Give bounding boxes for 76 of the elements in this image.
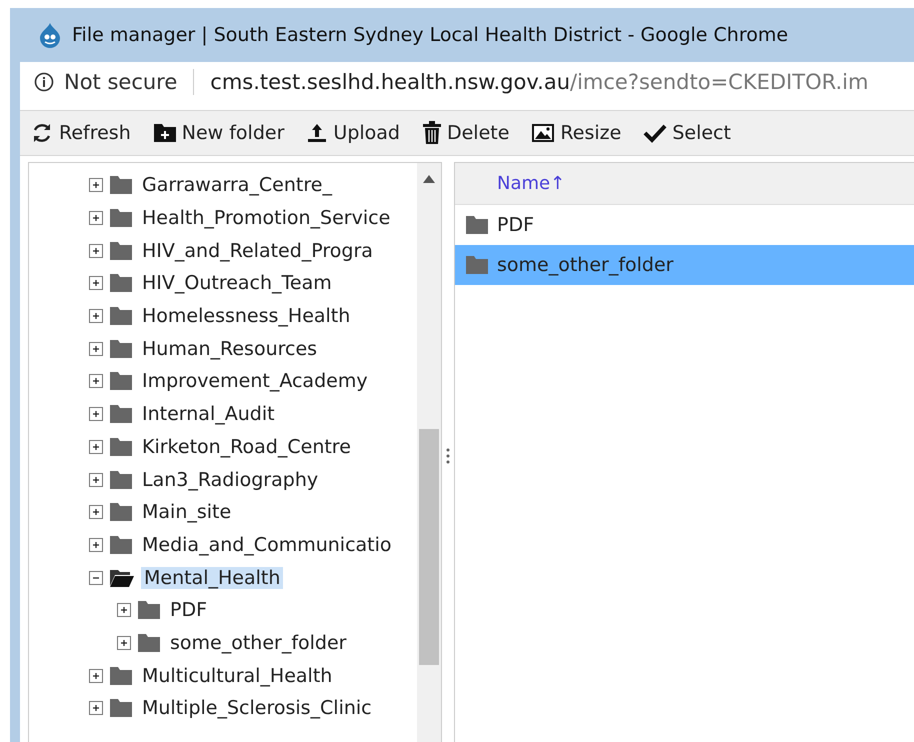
folder-icon [137, 632, 161, 653]
expand-toggle-icon[interactable] [117, 603, 131, 618]
expand-toggle-icon[interactable] [89, 276, 103, 290]
folder-icon [109, 534, 133, 555]
tree-item[interactable]: HIV_Outreach_Team [139, 272, 335, 294]
file-name: PDF [497, 214, 534, 236]
folder-plus-icon [152, 123, 177, 143]
folder-icon [137, 600, 161, 620]
expand-toggle-icon[interactable] [89, 538, 103, 552]
folder-icon [109, 208, 133, 228]
expand-toggle-icon[interactable] [89, 407, 103, 422]
folder-icon [109, 371, 133, 392]
expand-toggle-icon[interactable] [89, 440, 103, 454]
tree-item[interactable]: Media_and_Communicatio [139, 534, 395, 556]
file-name: some_other_folder [497, 254, 674, 276]
tree-item[interactable]: Lan3_Radiography [139, 468, 322, 491]
folder-icon [109, 175, 133, 196]
column-header[interactable]: Name↑ [497, 173, 566, 194]
expand-toggle-icon[interactable] [89, 244, 103, 258]
expand-toggle-icon[interactable] [89, 178, 103, 192]
toolbar-button[interactable]: New folder [152, 122, 284, 144]
splitter-handle-icon[interactable] [446, 447, 450, 465]
tree-item[interactable]: PDF [167, 599, 210, 622]
expand-toggle-icon[interactable] [89, 472, 103, 487]
file-row[interactable]: some_other_folder [455, 245, 914, 285]
folder-icon [109, 273, 133, 294]
security-label: Not secure [64, 70, 178, 94]
drop-logo-icon [38, 22, 62, 48]
tree-item[interactable]: Improvement_Academy [139, 370, 371, 392]
expand-toggle-icon[interactable] [89, 505, 103, 520]
tree-item[interactable]: Human_Resources [139, 338, 320, 360]
tree-item[interactable]: Internal_Audit [139, 403, 278, 426]
checkmark-icon [643, 123, 668, 143]
folder-icon [109, 666, 133, 686]
expand-toggle-icon[interactable] [117, 636, 131, 650]
tree-item[interactable]: Garrawarra_Centre_ [139, 174, 335, 196]
folder-icon [109, 338, 133, 359]
expand-toggle-icon[interactable] [89, 342, 103, 356]
tree-item[interactable]: some_other_folder [167, 632, 350, 654]
folder-icon [109, 404, 133, 424]
collapse-toggle-icon[interactable] [89, 570, 103, 585]
tree-item[interactable]: Homelessness_Health [139, 305, 354, 328]
open-folder-icon [109, 568, 135, 588]
scrollbar-thumb[interactable] [419, 429, 439, 665]
folder-icon [465, 255, 489, 275]
scroll-up-icon[interactable] [423, 175, 435, 183]
tree-item[interactable]: Multicultural_Health [139, 664, 336, 687]
tree-item[interactable]: Health_Promotion_Service [139, 207, 394, 230]
toolbar-button[interactable]: Resize [531, 122, 622, 144]
folder-icon [109, 470, 133, 490]
toolbar-button[interactable]: Select [643, 122, 731, 144]
expand-toggle-icon[interactable] [89, 309, 103, 324]
folder-icon [109, 240, 133, 261]
tree-item[interactable]: Kirketon_Road_Centre [139, 436, 354, 458]
tree-item[interactable]: HIV_and_Related_Progra [139, 240, 376, 262]
expand-toggle-icon[interactable] [89, 374, 103, 388]
folder-icon [109, 502, 133, 522]
expand-toggle-icon[interactable] [89, 211, 103, 226]
info-icon [34, 72, 54, 92]
toolbar-button[interactable]: Upload [306, 122, 400, 144]
expand-toggle-icon[interactable] [89, 701, 103, 716]
toolbar-button[interactable]: Delete [422, 121, 510, 145]
folder-icon [109, 436, 133, 457]
expand-toggle-icon[interactable] [89, 668, 103, 683]
url-field[interactable]: cms.test.seslhd.health.nsw.gov.au/imce?sendto=CKEDITOR.im [210, 70, 868, 94]
tree-item[interactable]: Multiple_Sclerosis_Clinic [139, 697, 375, 720]
tree-item[interactable]: Main_site [139, 501, 234, 524]
trash-icon [422, 121, 442, 145]
toolbar-button[interactable]: Refresh [30, 121, 131, 145]
image-icon [531, 123, 556, 143]
tree-item[interactable]: Mental_Health [141, 566, 284, 589]
upload-icon [306, 122, 328, 144]
window-title: File manager | South Eastern Sydney Local Health District - Google Chrome [72, 24, 788, 46]
folder-icon [109, 306, 133, 326]
folder-icon [465, 215, 489, 235]
folder-icon [109, 698, 133, 718]
